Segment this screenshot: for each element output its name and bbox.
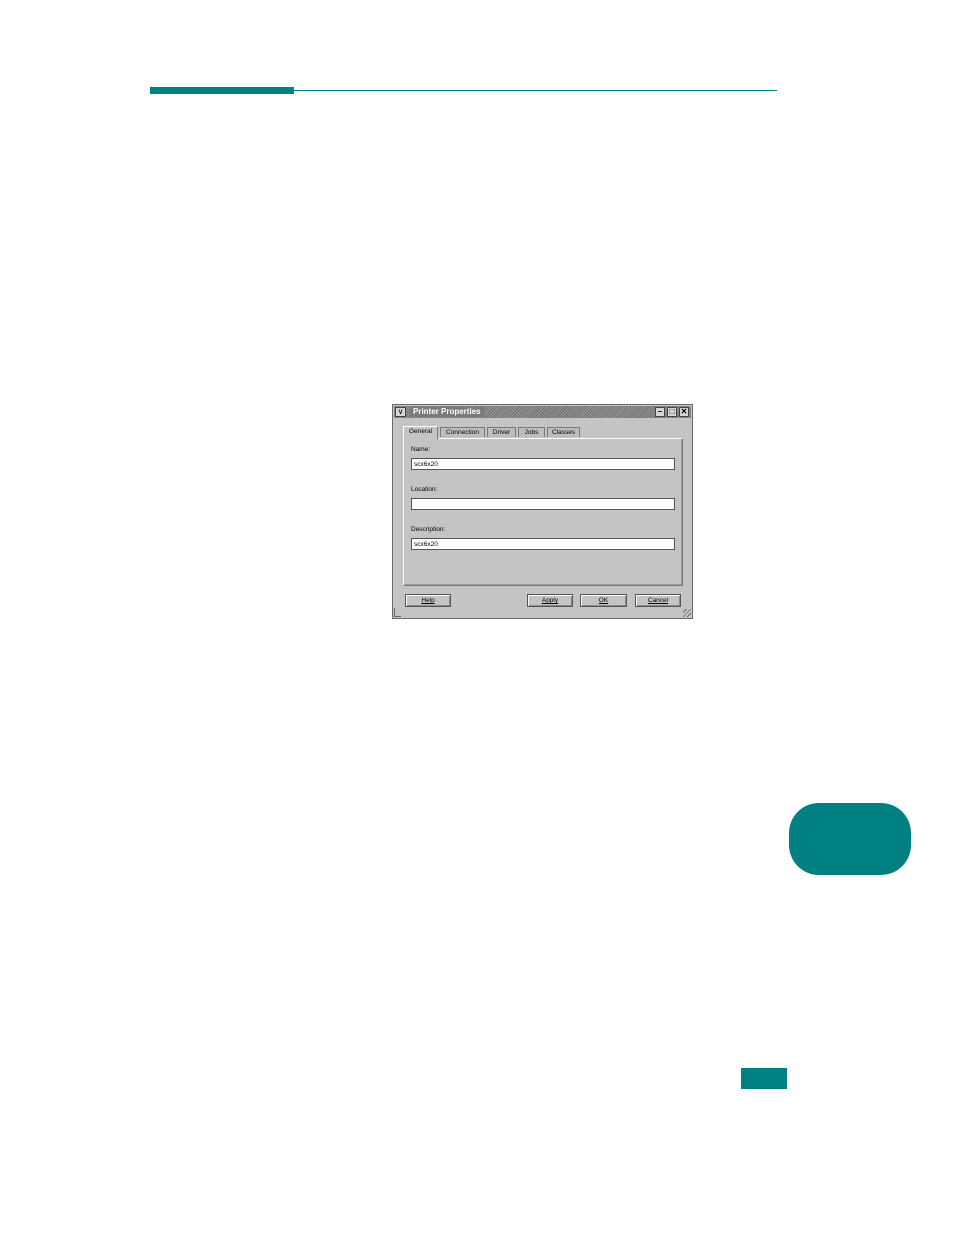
cancel-button[interactable]: Cancel xyxy=(635,594,681,607)
location-field[interactable] xyxy=(411,498,675,510)
chapter-tab xyxy=(789,803,911,875)
tab-classes[interactable]: Classes xyxy=(547,427,580,437)
tab-driver[interactable]: Driver xyxy=(487,427,516,437)
close-icon[interactable]: ✕ xyxy=(679,407,689,417)
window-corner xyxy=(394,608,401,617)
name-field[interactable] xyxy=(411,458,675,470)
name-label: Name: xyxy=(411,446,431,453)
ok-button[interactable]: OK xyxy=(580,594,627,607)
printer-properties-dialog: ∨ Printer Properties – □ ✕ General Conne… xyxy=(392,404,693,619)
help-button-label: Help xyxy=(421,597,435,604)
cancel-button-label: Cancel xyxy=(647,597,669,604)
header-rule-thick xyxy=(150,87,294,94)
help-button[interactable]: Help xyxy=(405,594,451,607)
resize-grip-icon[interactable] xyxy=(683,609,691,617)
tab-jobs[interactable]: Jobs xyxy=(518,427,545,437)
tab-connection[interactable]: Connection xyxy=(440,427,485,437)
apply-button-label: Apply xyxy=(541,597,559,604)
apply-button[interactable]: Apply xyxy=(527,594,573,607)
description-field[interactable] xyxy=(411,538,675,550)
dialog-title: Printer Properties xyxy=(410,407,484,417)
title-bar[interactable]: ∨ Printer Properties – □ ✕ xyxy=(394,406,691,418)
ok-button-label: OK xyxy=(598,597,609,604)
tab-general[interactable]: General xyxy=(403,426,438,439)
location-label: Location: xyxy=(411,486,438,493)
chevron-down-icon[interactable]: ∨ xyxy=(395,407,406,417)
minimize-icon[interactable]: – xyxy=(655,407,665,417)
page-number-box xyxy=(741,1068,787,1089)
description-label: Description: xyxy=(411,526,446,533)
maximize-icon[interactable]: □ xyxy=(667,407,677,417)
header-rule-thin xyxy=(294,90,777,91)
